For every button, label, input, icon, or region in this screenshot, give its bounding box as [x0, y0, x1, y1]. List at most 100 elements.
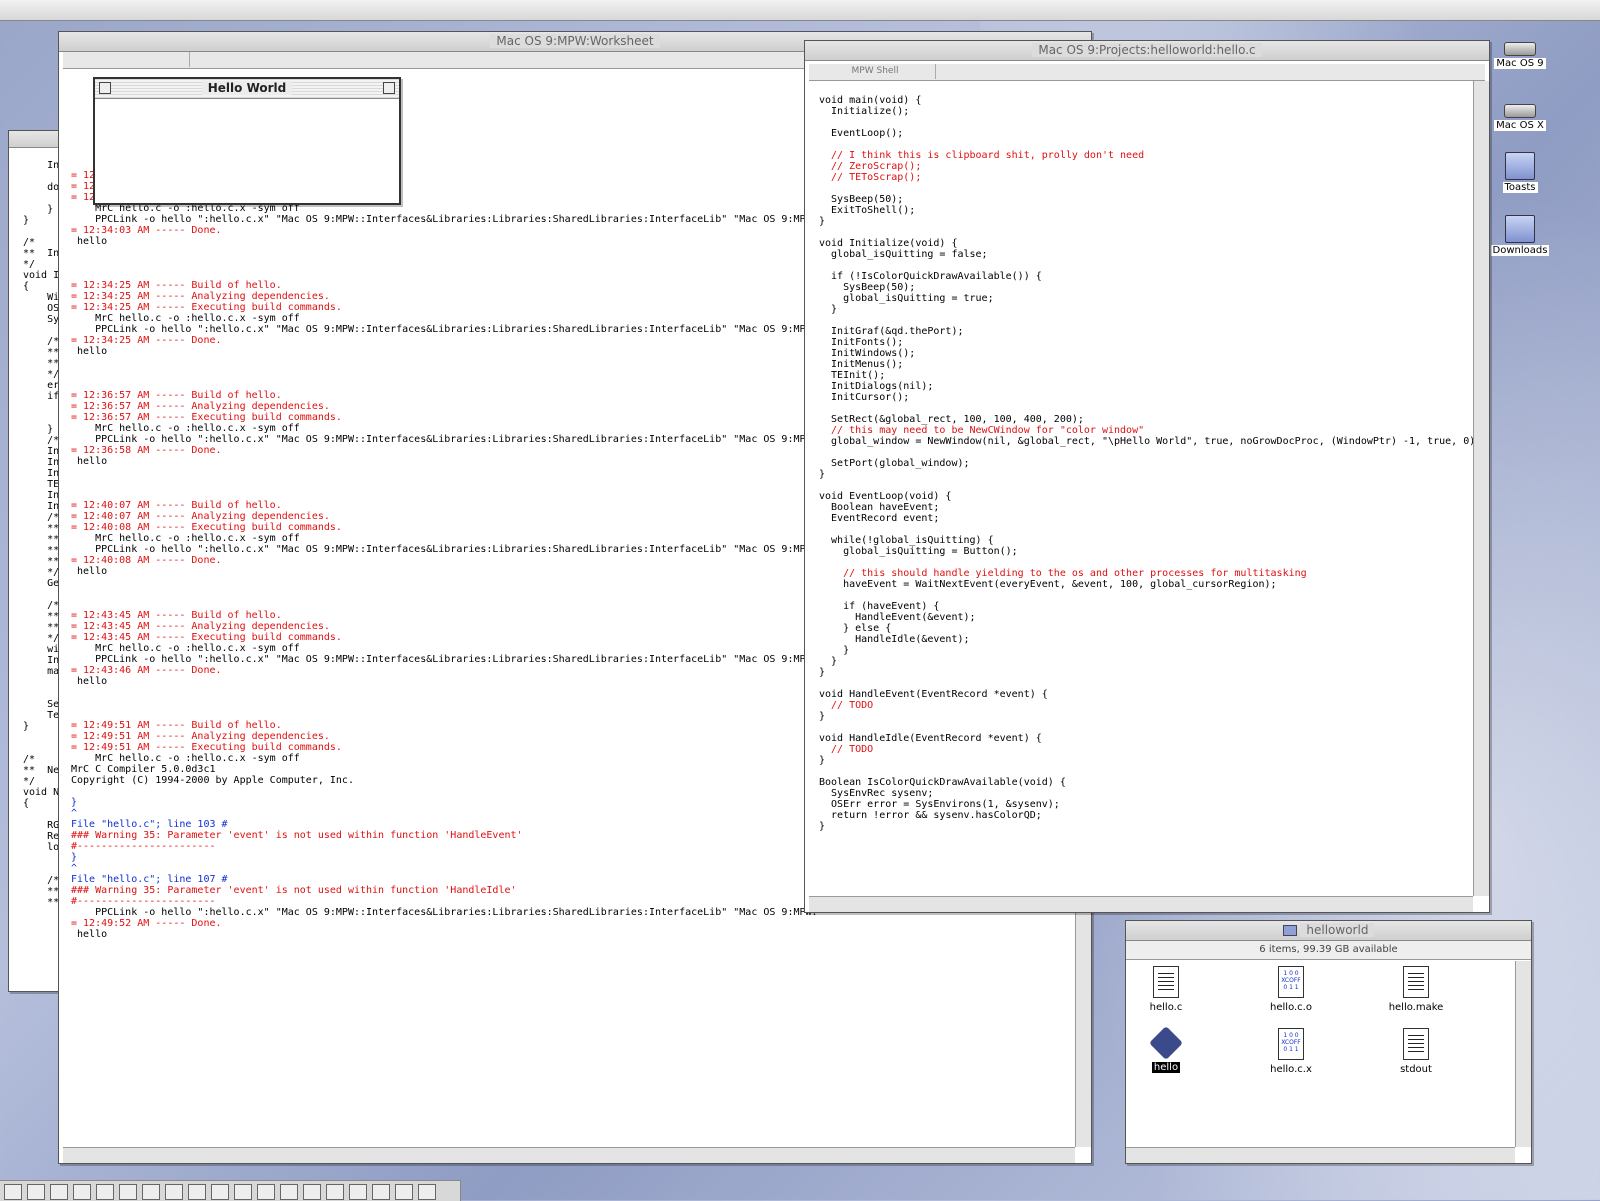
worksheet-line: File "hello.c"; line 103 # [71, 819, 228, 830]
finder-file-item[interactable]: hello.make [1376, 966, 1456, 1013]
control-strip-module-icon[interactable] [50, 1184, 68, 1200]
worksheet-line: #----------------------- [71, 896, 216, 907]
finder-file-item[interactable]: stdout [1376, 1028, 1456, 1075]
worksheet-line: = 12:43:46 AM ----- Done. [71, 665, 222, 676]
code-line: void EventLoop(void) { [819, 491, 952, 502]
control-strip-module-icon[interactable] [211, 1184, 229, 1200]
worksheet-line: = 12:34:25 AM ----- Build of hello. [71, 280, 282, 291]
xcoff-glyph: 1 0 0 XCOFF 0 1 1 [1281, 1032, 1301, 1053]
control-strip-module-icon[interactable] [165, 1184, 183, 1200]
worksheet-line: = 12:34:25 AM ----- Executing build comm… [71, 302, 342, 313]
control-strip-module-icon[interactable] [73, 1184, 91, 1200]
hello-world-window[interactable]: Hello World [93, 77, 401, 205]
control-strip-module-icon[interactable] [280, 1184, 298, 1200]
hard-drive-icon [1504, 42, 1536, 56]
worksheet-line: PPCLink -o hello ":hello.c.x" "Mac OS 9:… [71, 214, 818, 225]
control-strip-module-icon[interactable] [119, 1184, 137, 1200]
editor-status-tab[interactable]: MPW Shell [815, 64, 936, 79]
finder-file-item[interactable]: hello.c [1126, 966, 1206, 1013]
document-icon [1403, 1028, 1429, 1060]
mac-os-x-drive[interactable]: Mac OS X [1485, 104, 1555, 131]
code-line: // I think this is clipboard shit, proll… [819, 150, 1145, 161]
code-line: EventLoop(); [819, 128, 904, 139]
desktop-icon-label: Toasts [1502, 182, 1538, 193]
control-strip-module-icon[interactable] [395, 1184, 413, 1200]
worksheet-line: } [71, 852, 78, 863]
finder-window[interactable]: helloworld 6 items, 99.39 GB available h… [1125, 920, 1532, 1164]
control-strip-module-icon[interactable] [234, 1184, 252, 1200]
worksheet-line: = 12:43:45 AM ----- Analyzing dependenci… [71, 621, 330, 632]
worksheet-line: ### Warning 35: Parameter 'event' is not… [71, 885, 517, 896]
control-strip-module-icon[interactable] [257, 1184, 275, 1200]
worksheet-line [71, 577, 818, 588]
document-icon [1403, 966, 1429, 998]
close-box-icon[interactable] [99, 82, 111, 94]
desktop-icon-label: Downloads [1490, 245, 1550, 256]
code-line: return !error && sysenv.hasColorQD; [819, 810, 1042, 821]
worksheet-line: PPCLink -o hello ":hello.c.x" "Mac OS 9:… [71, 544, 818, 555]
finder-file-item[interactable]: 1 0 0 XCOFF 0 1 1 hello.c.x [1251, 1028, 1331, 1075]
worksheet-line: PPCLink -o hello ":hello.c.x" "Mac OS 9:… [71, 654, 818, 665]
finder-horizontal-scrollbar[interactable] [1126, 1147, 1515, 1163]
worksheet-line [71, 599, 818, 610]
control-strip-module-icon[interactable] [142, 1184, 160, 1200]
control-strip-module-icon[interactable] [418, 1184, 436, 1200]
worksheet-line: = 12:36:57 AM ----- Executing build comm… [71, 412, 342, 423]
code-line: Boolean IsColorQuickDrawAvailable(void) … [819, 777, 1066, 788]
code-line: SysEnvRec sysenv; [819, 788, 934, 799]
menu-bar[interactable] [0, 0, 1600, 21]
control-strip-module-icon[interactable] [4, 1184, 22, 1200]
worksheet-line: hello [71, 346, 108, 357]
worksheet-line: PPCLink -o hello ":hello.c.x" "Mac OS 9:… [71, 434, 818, 445]
worksheet-line: hello [71, 236, 108, 247]
control-strip[interactable] [0, 1180, 461, 1201]
toasts-folder[interactable]: Toasts [1485, 152, 1555, 193]
finder-file-label: hello.c.x [1270, 1064, 1312, 1075]
worksheet-line: MrC hello.c -o :hello.c.x -sym off [71, 423, 300, 434]
control-strip-module-icon[interactable] [27, 1184, 45, 1200]
mac-os-9-drive[interactable]: Mac OS 9 [1485, 42, 1555, 69]
control-strip-module-icon[interactable] [349, 1184, 367, 1200]
collapse-box-icon[interactable] [383, 82, 395, 94]
finder-vertical-scrollbar[interactable] [1515, 961, 1531, 1147]
code-line: InitWindows(); [819, 348, 916, 359]
control-strip-module-icon[interactable] [372, 1184, 390, 1200]
worksheet-line: hello [71, 456, 108, 467]
editor-window[interactable]: Mac OS 9:Projects:helloworld:hello.c MPW… [804, 40, 1490, 913]
worksheet-status-tab[interactable] [69, 52, 190, 67]
control-strip-module-icon[interactable] [326, 1184, 344, 1200]
code-line: } [819, 216, 826, 227]
finder-titlebar[interactable]: helloworld [1126, 921, 1531, 941]
editor-code[interactable]: void main(void) { Initialize(); EventLoo… [819, 95, 1481, 832]
code-line: TEInit(); [819, 370, 886, 381]
control-strip-module-icon[interactable] [303, 1184, 321, 1200]
editor-horizontal-scrollbar[interactable] [809, 896, 1473, 912]
control-strip-module-icon[interactable] [188, 1184, 206, 1200]
editor-vertical-scrollbar[interactable] [1473, 81, 1489, 896]
code-line: InitMenus(); [819, 359, 904, 370]
downloads-folder[interactable]: Downloads [1485, 215, 1555, 256]
worksheet-line [71, 357, 818, 368]
editor-titlebar[interactable]: Mac OS 9:Projects:helloworld:hello.c [805, 41, 1489, 61]
worksheet-text[interactable]: = 12 = 12 = 12 MrC hello.c -o :hello.c.x -… [71, 170, 818, 940]
document-lines [1408, 973, 1424, 991]
code-line: HandleEvent(&event); [819, 612, 976, 623]
finder-file-item[interactable]: 1 0 0 XCOFF 0 1 1 hello.c.o [1251, 966, 1331, 1013]
worksheet-line [71, 467, 818, 478]
worksheet-line: MrC hello.c -o :hello.c.x -sym off [71, 533, 300, 544]
worksheet-line: ^ [71, 863, 78, 874]
worksheet-line [71, 368, 818, 379]
finder-info-bar: 6 items, 99.39 GB available [1126, 941, 1531, 960]
hello-world-titlebar[interactable]: Hello World [95, 79, 399, 99]
code-line: } [819, 656, 838, 667]
editor-title: Mac OS 9:Projects:helloworld:hello.c [1032, 43, 1262, 57]
control-strip-module-icon[interactable] [96, 1184, 114, 1200]
worksheet-horizontal-scrollbar[interactable] [63, 1147, 1075, 1163]
finder-file-item[interactable]: hello [1126, 1026, 1206, 1073]
